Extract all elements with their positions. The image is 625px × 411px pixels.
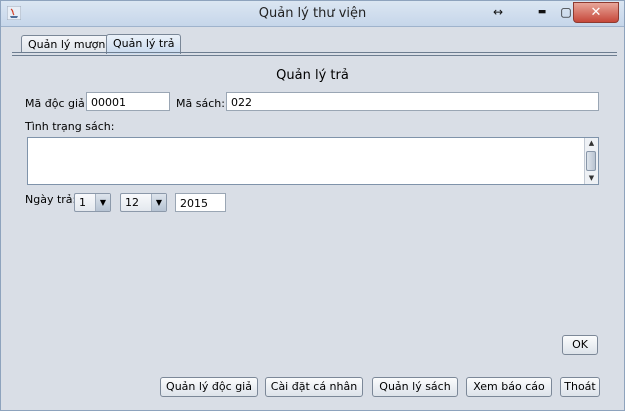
book-id-field[interactable]: 022 [226, 92, 599, 111]
month-select[interactable]: 12 ▼ [120, 193, 167, 212]
day-select[interactable]: 1 ▼ [74, 193, 111, 212]
scroll-thumb[interactable] [586, 151, 596, 171]
close-button[interactable]: ✕ [573, 2, 619, 23]
main-panel: Quản lý mượn Quản lý trả Quản lý trả Mã … [7, 31, 618, 403]
condition-scrollbar[interactable]: ▲ ▼ [584, 138, 598, 184]
app-window: Quản lý thư viện ↔ ▬ ▢ ✕ Quản lý mượn Qu… [0, 0, 625, 411]
reader-id-field[interactable]: 00001 [86, 92, 170, 111]
personal-settings-button[interactable]: Cài đặt cá nhân [265, 377, 363, 397]
condition-label: Tình trạng sách: [25, 120, 115, 133]
return-date-label: Ngày trả: [25, 193, 77, 206]
tab-divider [12, 52, 617, 56]
scroll-up-icon[interactable]: ▲ [585, 138, 598, 149]
window-title: Quản lý thư viện [258, 6, 367, 21]
chevron-down-icon: ▼ [95, 194, 110, 211]
condition-textarea[interactable]: ▲ ▼ [27, 137, 599, 185]
exit-button[interactable]: Thoát [560, 377, 600, 397]
minimize-button[interactable]: ▬ [533, 3, 551, 21]
page-heading: Quản lý trả [276, 68, 349, 83]
day-value: 1 [79, 196, 86, 209]
title-bar[interactable]: Quản lý thư viện ↔ ▬ ▢ ✕ [1, 1, 624, 27]
resize-icon[interactable]: ↔ [489, 3, 507, 21]
reader-management-button[interactable]: Quản lý độc giả [160, 377, 258, 397]
ok-button[interactable]: OK [562, 335, 598, 355]
tab-borrow-management[interactable]: Quản lý mượn [21, 35, 113, 53]
tab-return-management[interactable]: Quản lý trả [106, 34, 182, 54]
month-value: 12 [125, 196, 139, 209]
view-report-button[interactable]: Xem báo cáo [466, 377, 552, 397]
book-management-button[interactable]: Quản lý sách [372, 377, 458, 397]
reader-id-label: Mã độc giả: [25, 97, 89, 110]
scroll-down-icon[interactable]: ▼ [585, 173, 598, 184]
condition-text [28, 138, 598, 144]
book-id-label: Mã sách: [176, 97, 225, 110]
year-field[interactable]: 2015 [175, 193, 226, 212]
chevron-down-icon: ▼ [151, 194, 166, 211]
